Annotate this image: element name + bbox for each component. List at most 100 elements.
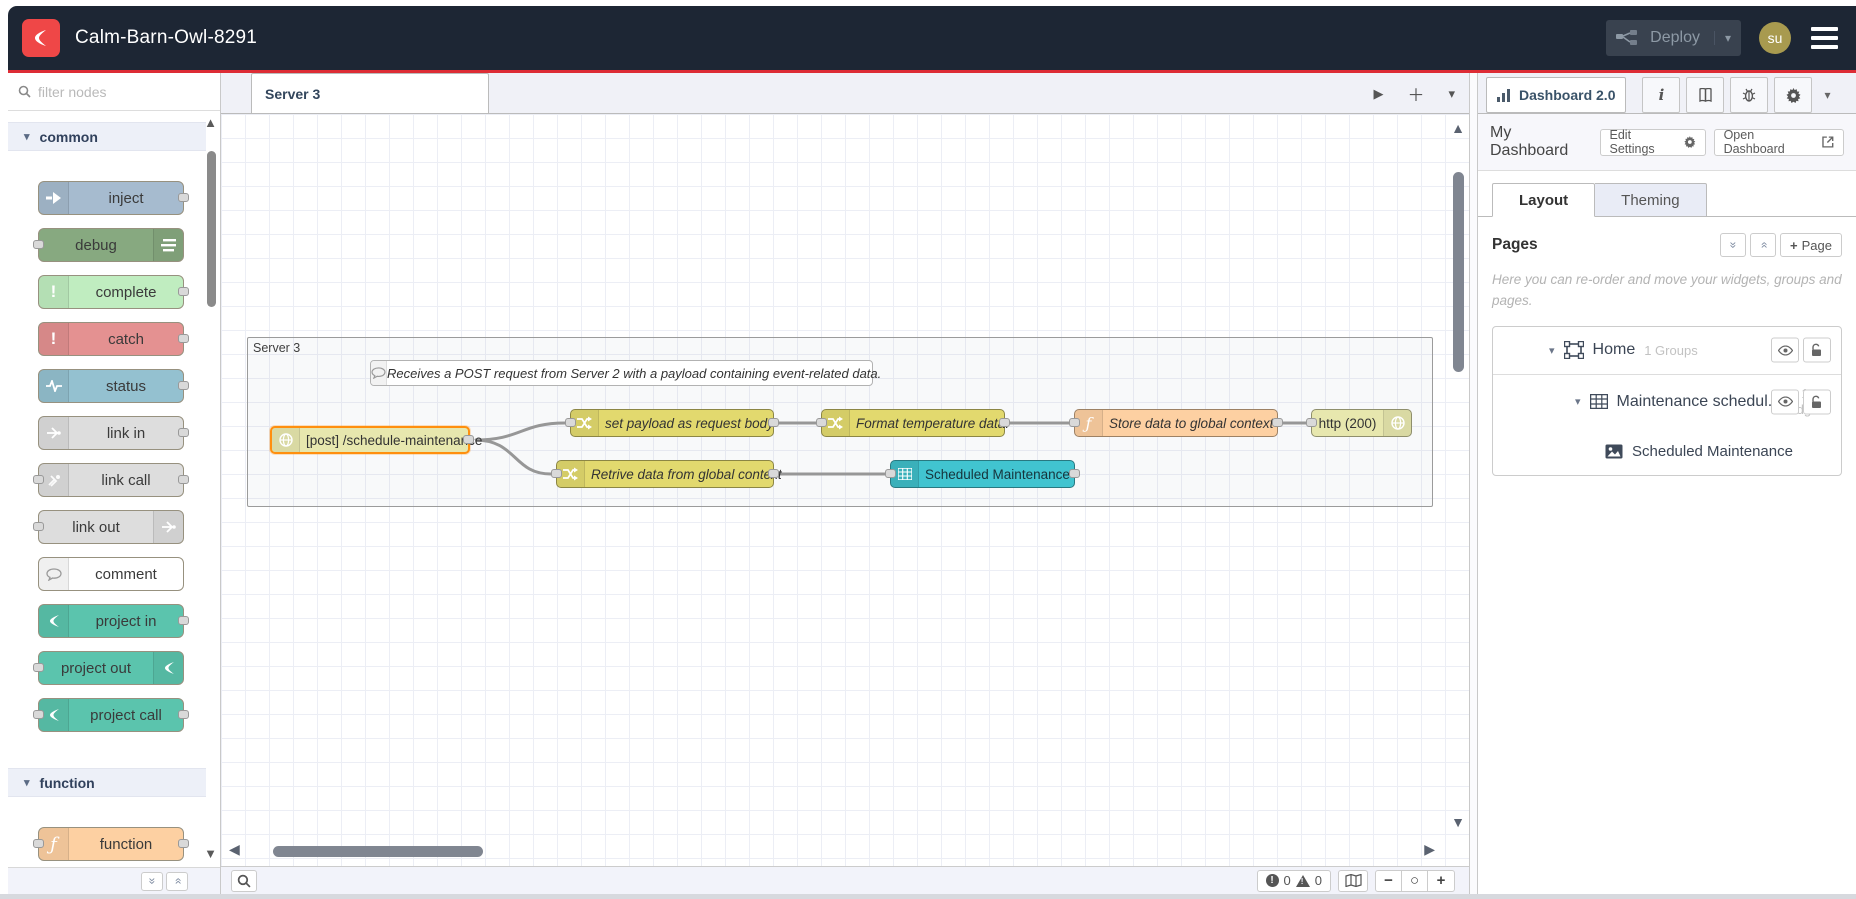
- unlock-icon: [1812, 395, 1821, 408]
- visibility-toggle-button[interactable]: [1771, 389, 1799, 415]
- palette-node-project-call[interactable]: project call: [33, 698, 189, 732]
- palette-filter-input[interactable]: [38, 83, 188, 100]
- edit-settings-button[interactable]: Edit Settings: [1599, 128, 1706, 156]
- output-port: [768, 469, 779, 478]
- pages-heading: Pages: [1492, 236, 1538, 253]
- canvas-search-button[interactable]: [231, 869, 257, 892]
- input-port: [33, 240, 44, 249]
- sidebar-tab-debug[interactable]: [1730, 77, 1769, 113]
- search-icon: [18, 85, 31, 98]
- output-port: [178, 839, 189, 848]
- zoom-out-button[interactable]: −: [1376, 870, 1402, 891]
- tab-scroll-right-icon[interactable]: ▶: [1373, 86, 1383, 102]
- palette-category-function[interactable]: ▾ function: [8, 768, 206, 797]
- search-icon: [237, 874, 251, 888]
- input-port: [33, 663, 44, 672]
- palette-node-link-call[interactable]: link call: [33, 463, 189, 497]
- deploy-icon: [1616, 30, 1638, 45]
- add-page-button[interactable]: + Page: [1780, 233, 1842, 257]
- http-response-node[interactable]: http (200): [1306, 409, 1412, 437]
- tree-row-scheduled-maintenance-widget[interactable]: Scheduled Maintenance: [1493, 429, 1841, 475]
- zoom-in-button[interactable]: +: [1428, 871, 1454, 891]
- sidebar-tab-info[interactable]: i: [1642, 77, 1681, 113]
- change-node-format-temperature[interactable]: Format temperature data.: [816, 409, 1010, 437]
- sidebar-tab-config[interactable]: [1774, 77, 1813, 113]
- node-red-window: Calm-Barn-Owl-8291 Deploy ▾ su ▾ common: [8, 6, 1856, 894]
- visibility-toggle-button[interactable]: [1771, 337, 1799, 363]
- main-menu-button[interactable]: [1809, 23, 1840, 53]
- notification-counts[interactable]: ! 0 0: [1256, 869, 1331, 892]
- header: Calm-Barn-Owl-8291 Deploy ▾ su: [8, 6, 1856, 70]
- canvas-footer: ! 0 0 − ○ +: [221, 866, 1469, 894]
- tab-theming[interactable]: Theming: [1595, 183, 1707, 217]
- navigator-button[interactable]: [1338, 869, 1368, 892]
- sidebar-splitter[interactable]: [1469, 73, 1478, 894]
- output-port: [178, 475, 189, 484]
- add-flow-button[interactable]: ＋: [1407, 81, 1424, 106]
- workspace-tabbar: Server 3 ▶ ＋ ▾: [221, 73, 1469, 114]
- ui-table-node[interactable]: Scheduled Maintenance: [885, 460, 1080, 488]
- palette-node-function[interactable]: ƒ function: [33, 827, 189, 861]
- deploy-button[interactable]: Deploy ▾: [1606, 20, 1741, 56]
- palette-scrollbar[interactable]: [207, 151, 216, 307]
- palette-node-catch[interactable]: ! catch: [38, 322, 189, 356]
- pages-help-text: Here you can re-order and move your widg…: [1492, 272, 1842, 308]
- canvas-vertical-scrollbar[interactable]: [1453, 172, 1464, 372]
- expand-all-button[interactable]: »: [1750, 233, 1777, 257]
- sidebar-tab-dashboard[interactable]: Dashboard 2.0: [1486, 77, 1627, 113]
- canvas-scroll-right-arrow[interactable]: ▶: [1424, 841, 1435, 858]
- zoom-reset-button[interactable]: ○: [1402, 870, 1428, 891]
- palette-category-common[interactable]: ▾ common: [8, 122, 206, 151]
- status-pulse-icon: [39, 370, 69, 402]
- user-avatar[interactable]: su: [1759, 22, 1791, 54]
- window-edge: [0, 894, 1856, 899]
- zoom-controls: − ○ +: [1375, 869, 1455, 892]
- lock-toggle-button[interactable]: [1803, 337, 1831, 363]
- palette-scroll-down-arrow[interactable]: ▼: [204, 846, 217, 861]
- info-icon: i: [1658, 86, 1665, 104]
- open-dashboard-button[interactable]: Open Dashboard: [1713, 128, 1845, 156]
- comment-icon: [371, 361, 387, 385]
- palette-node-link-in[interactable]: link in: [38, 416, 189, 450]
- palette-node-complete[interactable]: ! complete: [38, 275, 189, 309]
- deploy-dropdown-caret[interactable]: ▾: [1713, 31, 1731, 45]
- palette-expand-all-button[interactable]: »: [166, 871, 188, 891]
- tree-row-home-page[interactable]: ▾ Home 1 Groups: [1493, 327, 1841, 375]
- palette-node-comment[interactable]: comment: [38, 557, 184, 591]
- palette-node-project-out[interactable]: project out: [33, 651, 184, 685]
- palette-collapse-all-button[interactable]: »: [141, 871, 163, 891]
- output-port: [178, 616, 189, 625]
- palette-scroll-up-arrow[interactable]: ▲: [204, 115, 217, 130]
- complete-icon: !: [39, 276, 69, 308]
- palette-node-project-in[interactable]: project in: [38, 604, 189, 638]
- palette-node-inject[interactable]: inject: [38, 181, 189, 215]
- comment-node[interactable]: Receives a POST request from Server 2 wi…: [370, 360, 881, 386]
- flow-tab-server-3[interactable]: Server 3: [251, 73, 489, 113]
- bar-chart-icon: [1497, 88, 1510, 102]
- palette-node-link-out[interactable]: link out: [33, 510, 184, 544]
- canvas-horizontal-scrollbar[interactable]: [273, 846, 483, 857]
- input-port: [885, 469, 896, 478]
- chevron-down-icon: ▾: [24, 131, 30, 143]
- canvas-scroll-up-arrow[interactable]: ▲: [1451, 120, 1465, 136]
- tab-layout[interactable]: Layout: [1492, 183, 1596, 217]
- input-port: [1306, 418, 1317, 427]
- lock-toggle-button[interactable]: [1803, 389, 1831, 415]
- canvas-scroll-down-arrow[interactable]: ▼: [1451, 814, 1465, 830]
- flowfuse-logo-icon: [22, 19, 60, 57]
- change-node-set-payload[interactable]: set payload as request body: [565, 409, 779, 437]
- function-node-store-global[interactable]: ƒ Store data to global context: [1069, 409, 1283, 437]
- palette-node-debug[interactable]: debug: [33, 228, 184, 262]
- http-in-node[interactable]: [post] /schedule-maintenance: [270, 426, 482, 454]
- collapse-all-button[interactable]: »: [1720, 233, 1747, 257]
- palette-node-status[interactable]: status: [38, 369, 189, 403]
- canvas-scroll-left-arrow[interactable]: ◀: [229, 841, 240, 858]
- tree-row-maintenance-group[interactable]: ▾ Maintenance schedul... 1 Widgets: [1493, 375, 1841, 429]
- sidebar-tabs-caret[interactable]: ▾: [1824, 88, 1830, 102]
- flow-canvas[interactable]: Server 3 Receives a POST request from Se…: [221, 114, 1469, 866]
- sidebar-tab-help[interactable]: [1686, 77, 1725, 113]
- input-port: [1069, 418, 1080, 427]
- flow-list-caret[interactable]: ▾: [1448, 86, 1455, 102]
- eye-icon: [1777, 396, 1793, 407]
- change-node-retrieve-global[interactable]: Retrive data from global context: [551, 460, 782, 488]
